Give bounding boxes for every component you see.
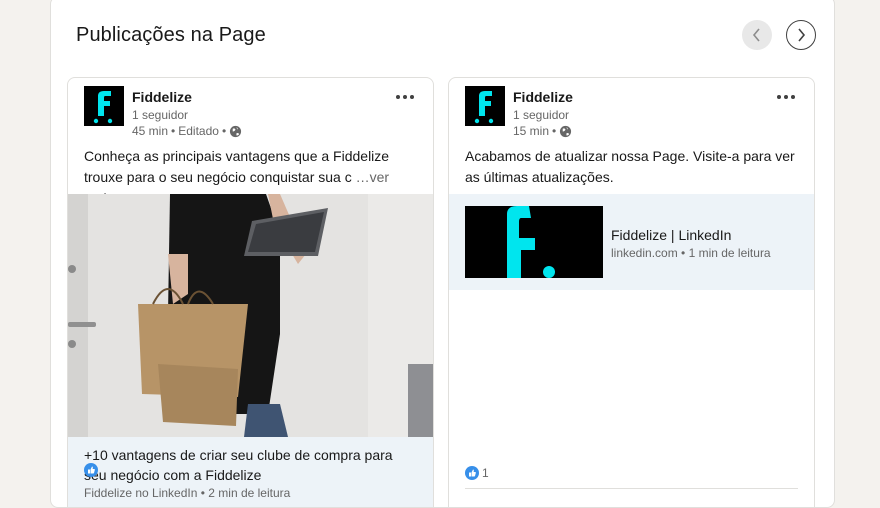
post-meta: 15 min •: [513, 124, 572, 138]
carousel-next-button[interactable]: [786, 20, 816, 50]
like-reaction-icon: [84, 463, 98, 477]
article-preview[interactable]: +10 vantagens de criar seu clube de comp…: [68, 437, 433, 507]
follower-count: 1 seguidor: [513, 108, 570, 122]
company-logo[interactable]: [84, 86, 124, 126]
post-author[interactable]: Fiddelize: [132, 89, 192, 105]
divider: [465, 488, 798, 489]
post-image[interactable]: [68, 194, 433, 437]
shopping-woman-photo: [68, 194, 433, 437]
reactions-count[interactable]: 1: [465, 466, 489, 480]
carousel-prev-button[interactable]: [742, 20, 772, 50]
more-options-button[interactable]: [774, 88, 798, 106]
post-time: 45 min: [132, 124, 169, 138]
post-card-2: Fiddelize 1 seguidor 15 min • Acabamos d…: [448, 77, 815, 507]
company-logo[interactable]: [465, 86, 505, 126]
fiddelize-logo-icon: [93, 91, 113, 124]
panel-title: Publicações na Page: [76, 24, 266, 46]
article-source: Fiddelize no LinkedIn • 2 min de leitura: [84, 486, 291, 500]
link-thumbnail[interactable]: [465, 206, 603, 278]
follower-count: 1 seguidor: [132, 108, 189, 122]
post-text: Acabamos de atualizar nossa Page. Visite…: [465, 148, 795, 185]
chevron-right-icon: [798, 28, 806, 42]
post-meta: 45 min • Editado •: [132, 124, 242, 138]
link-source: linkedin.com • 1 min de leitura: [611, 246, 771, 260]
article-title[interactable]: +10 vantagens de criar seu clube de comp…: [84, 445, 414, 485]
globe-icon: [560, 125, 572, 137]
edited-label: Editado: [178, 124, 219, 138]
more-options-button[interactable]: [393, 88, 417, 106]
link-preview[interactable]: Fiddelize | LinkedIn linkedin.com • 1 mi…: [449, 194, 814, 290]
fiddelize-logo-icon: [474, 91, 494, 124]
post-author[interactable]: Fiddelize: [513, 89, 573, 105]
chevron-left-icon: [752, 28, 760, 42]
post-time: 15 min: [513, 124, 550, 138]
fiddelize-logo-icon: [465, 206, 603, 278]
globe-icon: [230, 125, 242, 137]
like-reaction-icon: [465, 466, 479, 480]
page-posts-panel: Publicações na Page Fiddelize 1 seguidor…: [50, 0, 835, 508]
reaction-count: 1: [482, 466, 489, 480]
link-title[interactable]: Fiddelize | LinkedIn: [611, 227, 731, 243]
post-card-1: Fiddelize 1 seguidor 45 min • Editado • …: [67, 77, 434, 507]
